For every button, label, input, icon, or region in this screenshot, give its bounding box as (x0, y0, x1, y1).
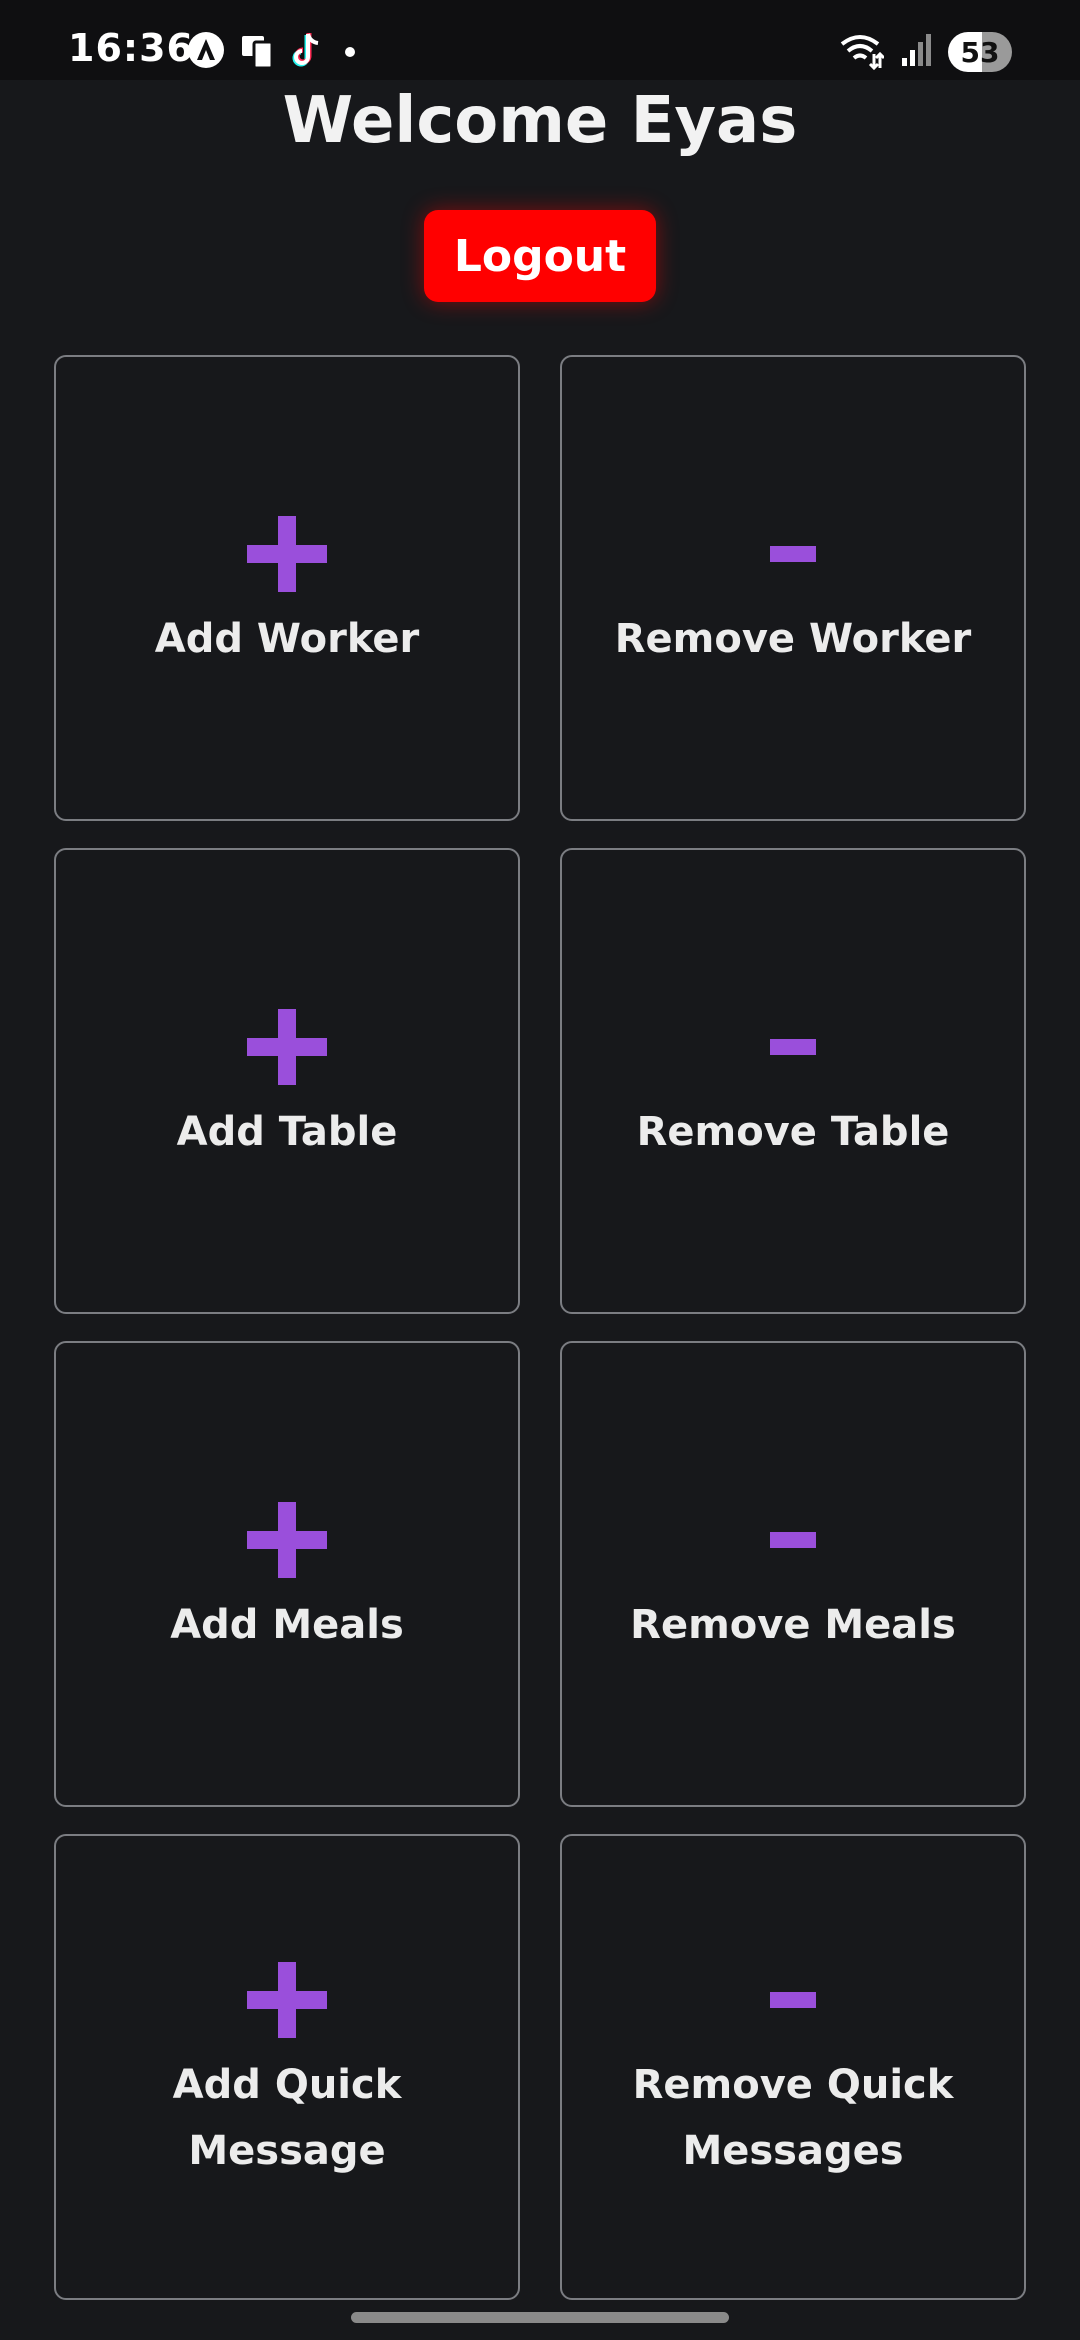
device-notification-icon (240, 30, 276, 74)
home-indicator[interactable] (351, 2312, 729, 2323)
add-meals-card[interactable]: Add Meals (54, 1341, 520, 1807)
plus-icon (247, 1007, 327, 1087)
card-label: Remove Meals (630, 1602, 956, 1648)
add-quick-message-card[interactable]: Add Quick Message (54, 1834, 520, 2300)
add-worker-card[interactable]: Add Worker (54, 355, 520, 821)
card-label: Add Worker (154, 616, 420, 662)
card-label: Remove Quick Messages (632, 2062, 954, 2174)
system-status-icons: 53 (840, 30, 1012, 74)
tiktok-icon (290, 30, 324, 74)
remove-table-card[interactable]: Remove Table (560, 848, 1026, 1314)
minus-icon (770, 514, 816, 594)
app-notification-icon (186, 30, 226, 74)
card-label: Add Meals (170, 1602, 404, 1648)
action-grid: Add Worker Remove Worker Add Table Remov… (54, 355, 1026, 2300)
remove-worker-card[interactable]: Remove Worker (560, 355, 1026, 821)
status-bar: 16:36 53 (0, 0, 1080, 80)
signal-icon (900, 30, 932, 74)
minus-icon (770, 1007, 816, 1087)
status-time: 16:36 (68, 26, 194, 70)
card-label: Remove Worker (614, 616, 972, 662)
logout-button[interactable]: Logout (424, 210, 656, 302)
card-label: Add Table (176, 1109, 398, 1155)
wifi-icon (840, 30, 886, 74)
more-notifications-dot-icon (338, 30, 362, 74)
remove-meals-card[interactable]: Remove Meals (560, 1341, 1026, 1807)
notification-icons (186, 30, 362, 74)
welcome-title: Welcome Eyas (282, 84, 798, 158)
minus-icon (770, 1500, 816, 1580)
card-label: Add Quick Message (172, 2062, 402, 2174)
remove-quick-messages-card[interactable]: Remove Quick Messages (560, 1834, 1026, 2300)
card-label: Remove Table (636, 1109, 950, 1155)
app-screen: 16:36 53 Welcome Eyas Logout Add Worker … (0, 0, 1080, 2340)
add-table-card[interactable]: Add Table (54, 848, 520, 1314)
plus-icon (247, 1500, 327, 1580)
minus-icon (770, 1960, 816, 2040)
plus-icon (247, 1960, 327, 2040)
plus-icon (247, 514, 327, 594)
battery-icon: 53 (948, 32, 1012, 72)
